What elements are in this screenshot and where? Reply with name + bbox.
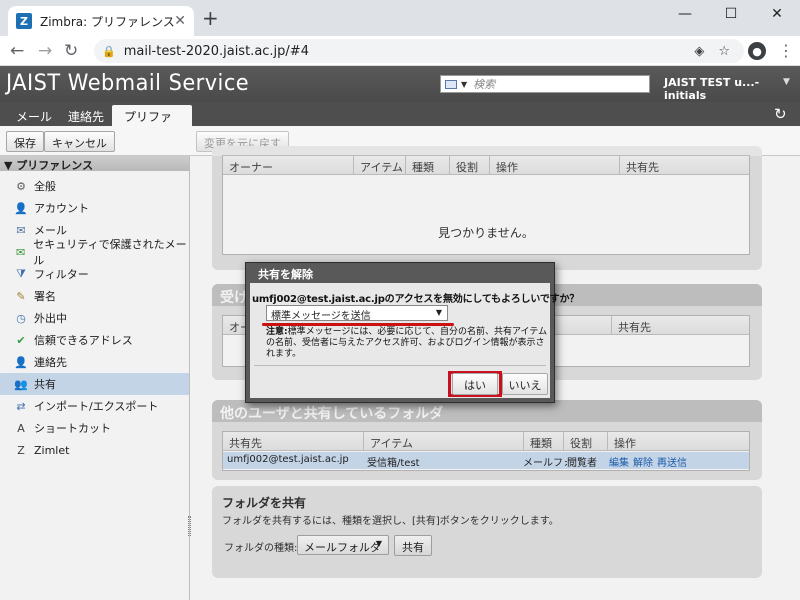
note-label: 注意: xyxy=(266,327,288,337)
user-menu[interactable]: JAIST TEST u...-initials xyxy=(664,76,800,102)
window-close-icon[interactable]: ✕ xyxy=(754,4,800,24)
user-menu-chevron-icon[interactable]: ▼ xyxy=(783,77,790,87)
new-tab-icon[interactable]: + xyxy=(202,8,219,28)
app-header: JAIST Webmail Service ▼ 検索 JAIST TEST u.… xyxy=(0,66,800,102)
minimize-icon[interactable]: — xyxy=(662,4,708,24)
dialog-body: umfj002@test.jaist.ac.jpのアクセスを無効にしてもよろしい… xyxy=(250,283,579,398)
dialog-title[interactable]: 共有を解除 xyxy=(246,263,554,281)
omnibox[interactable]: 🔒 mail-test-2020.jaist.ac.jp/#4 ◈ ☆ xyxy=(94,39,744,63)
tab-preferences[interactable]: プリファレンス xyxy=(112,105,192,141)
url-text[interactable]: mail-test-2020.jaist.ac.jp/#4 xyxy=(124,44,695,59)
tab-contacts[interactable]: 連絡先 xyxy=(56,105,116,126)
highlight-underline xyxy=(262,323,454,326)
yes-button[interactable]: はい xyxy=(452,373,498,395)
cancel-button[interactable]: キャンセル xyxy=(44,131,115,152)
mail-search-type-icon[interactable] xyxy=(445,79,457,89)
app-logo: JAIST Webmail Service xyxy=(6,71,250,96)
dialog-divider xyxy=(254,365,546,366)
bookmark-star-icon[interactable]: ☆ xyxy=(718,44,730,59)
tab-close-icon[interactable]: ✕ xyxy=(174,13,186,29)
dialog-note: 注意:標準メッセージには、必要に応じて、自分の名前、共有アイテムの名前、受信者に… xyxy=(266,327,550,360)
browser-tab-strip: Z Zimbra: プリファレンス: 共有 ✕ + — ☐ ✕ xyxy=(0,0,800,36)
zimbra-favicon-icon: Z xyxy=(16,13,32,29)
back-arrow-icon[interactable]: ← xyxy=(10,41,24,61)
tab-mail[interactable]: メール xyxy=(4,105,64,126)
note-text: 標準メッセージには、必要に応じて、自分の名前、共有アイテムの名前、受信者に与えた… xyxy=(266,327,548,359)
extension-icon[interactable]: ◈ xyxy=(694,44,704,59)
message-option-value: 標準メッセージを送信 xyxy=(271,311,371,322)
no-button[interactable]: いいえ xyxy=(502,373,548,395)
save-button[interactable]: 保存 xyxy=(6,131,44,152)
refresh-icon[interactable]: ↻ xyxy=(774,105,787,123)
browser-tab[interactable]: Z Zimbra: プリファレンス: 共有 ✕ xyxy=(8,6,194,36)
revoke-question: umfj002@test.jaist.ac.jpのアクセスを無効にしてもよろしい… xyxy=(252,294,580,305)
forward-arrow-icon[interactable]: → xyxy=(38,41,52,61)
search-input[interactable]: ▼ 検索 xyxy=(440,75,650,93)
app-tabs: メール 連絡先 プリファレンス ↻ xyxy=(0,102,800,141)
lock-icon[interactable]: 🔒 xyxy=(102,45,116,58)
address-bar-row: ← → ↻ 🔒 mail-test-2020.jaist.ac.jp/#4 ◈ … xyxy=(0,36,800,66)
message-option-select[interactable]: 標準メッセージを送信 ▼ xyxy=(266,305,448,322)
chevron-down-icon: ▼ xyxy=(435,308,442,317)
chevron-down-icon[interactable]: ▼ xyxy=(461,80,467,89)
maximize-icon[interactable]: ☐ xyxy=(708,4,754,24)
search-placeholder: 検索 xyxy=(473,78,496,91)
reload-icon[interactable]: ↻ xyxy=(64,41,78,61)
revoke-share-dialog: 共有を解除 umfj002@test.jaist.ac.jpのアクセスを無効にし… xyxy=(245,262,579,403)
profile-avatar-icon[interactable]: ● xyxy=(748,42,766,60)
tab-title: Zimbra: プリファレンス: 共有 xyxy=(40,14,175,29)
chrome-menu-icon[interactable]: ⋮ xyxy=(778,41,794,60)
